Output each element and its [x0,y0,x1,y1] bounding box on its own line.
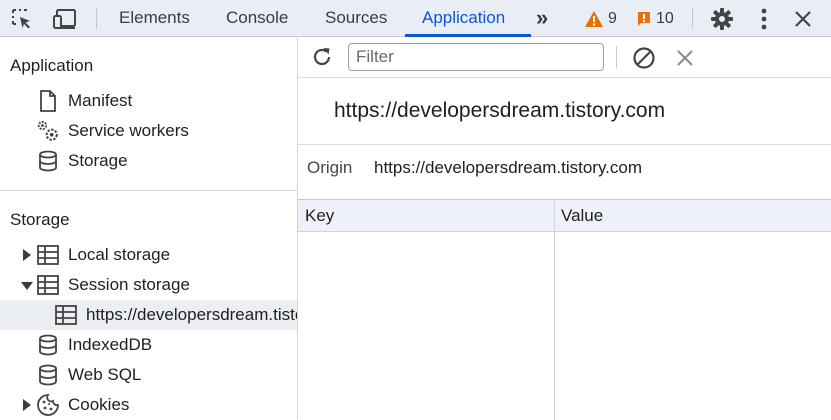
sidebar-item-label: Web SQL [68,365,142,384]
table-icon [36,243,60,267]
issues-count: 10 [656,9,674,27]
sidebar-item-web-sql[interactable]: Web SQL [36,360,141,390]
delete-selected-icon[interactable] [677,50,693,66]
sidebar-item-session-storage[interactable]: Session storage [36,270,190,300]
filter-input[interactable] [348,43,604,71]
sidebar-item-label: Manifest [68,91,133,110]
tab-application[interactable]: Application [422,0,505,37]
toolbar-separator [692,8,693,29]
origin-label: Origin [307,158,353,177]
database-icon [36,333,60,357]
sidebar-item-local-storage[interactable]: Local storage [36,240,170,270]
origin-heading: https://developersdream.tistory.com [334,99,666,122]
sidebar-item-session-origin[interactable]: https://developersdream.tistory.com [0,300,297,330]
expand-arrow-icon[interactable] [23,399,31,411]
warning-icon [585,10,603,27]
issue-flag-icon [638,11,650,26]
sidebar-item-indexeddb[interactable]: IndexedDB [36,330,152,360]
sidebar-item-storage[interactable]: Storage [36,146,128,176]
collapse-arrow-icon[interactable] [21,282,33,290]
column-header-key[interactable]: Key [305,200,334,231]
sidebar-item-manifest[interactable]: Manifest [36,86,132,116]
application-sidebar: Application Manifest Service workers Sto… [0,37,298,419]
devtools-tab-bar: Elements Console Sources Application » 9… [0,0,831,37]
sidebar-item-label: Local storage [68,245,171,264]
more-options-icon[interactable] [752,0,776,37]
column-header-value[interactable]: Value [561,200,603,231]
sidebar-item-label: Cookies [68,395,130,414]
sidebar-item-label: Service workers [68,121,189,140]
section-title-storage: Storage [10,210,70,229]
refresh-icon[interactable] [310,45,334,69]
storage-data-grid: Key Value [298,199,831,420]
device-toolbar-icon[interactable] [50,0,80,37]
database-icon [36,363,60,387]
origin-value: https://developersdream.tistory.com [374,158,643,177]
section-title-application: Application [10,56,94,75]
gears-icon [36,119,60,143]
sidebar-item-service-workers[interactable]: Service workers [36,116,189,146]
tab-sources[interactable]: Sources [325,0,387,37]
cookie-icon [36,393,60,417]
more-tabs-button[interactable]: » [536,0,548,37]
sidebar-item-cookies[interactable]: Cookies [36,390,129,419]
sidebar-item-label: Storage [68,151,128,170]
document-icon [36,89,60,113]
table-icon [36,273,60,297]
expand-arrow-icon[interactable] [23,249,31,261]
grid-header: Key Value [298,200,831,232]
settings-gear-icon[interactable] [708,0,736,37]
issues-badge[interactable]: 10 [636,0,674,37]
column-divider[interactable] [554,200,555,420]
heading-divider [298,144,831,145]
section-divider [0,190,297,191]
inspect-element-icon[interactable] [8,0,36,37]
tab-console[interactable]: Console [226,0,288,37]
toolbar-separator [96,8,97,29]
toolbar-separator [616,46,617,68]
warnings-badge[interactable]: 9 [584,0,617,37]
clear-all-icon[interactable] [632,46,656,70]
close-devtools-icon[interactable] [790,0,816,37]
tab-elements[interactable]: Elements [119,0,190,37]
sidebar-item-label: https://developersdream.tistory.com [86,305,297,324]
table-icon [54,303,78,327]
warnings-count: 9 [608,9,617,27]
storage-toolbar [298,37,831,78]
storage-detail-panel: https://developersdream.tistory.com Orig… [298,37,831,420]
sidebar-item-label: Session storage [68,275,190,294]
database-icon [36,149,60,173]
sidebar-item-label: IndexedDB [68,335,153,354]
